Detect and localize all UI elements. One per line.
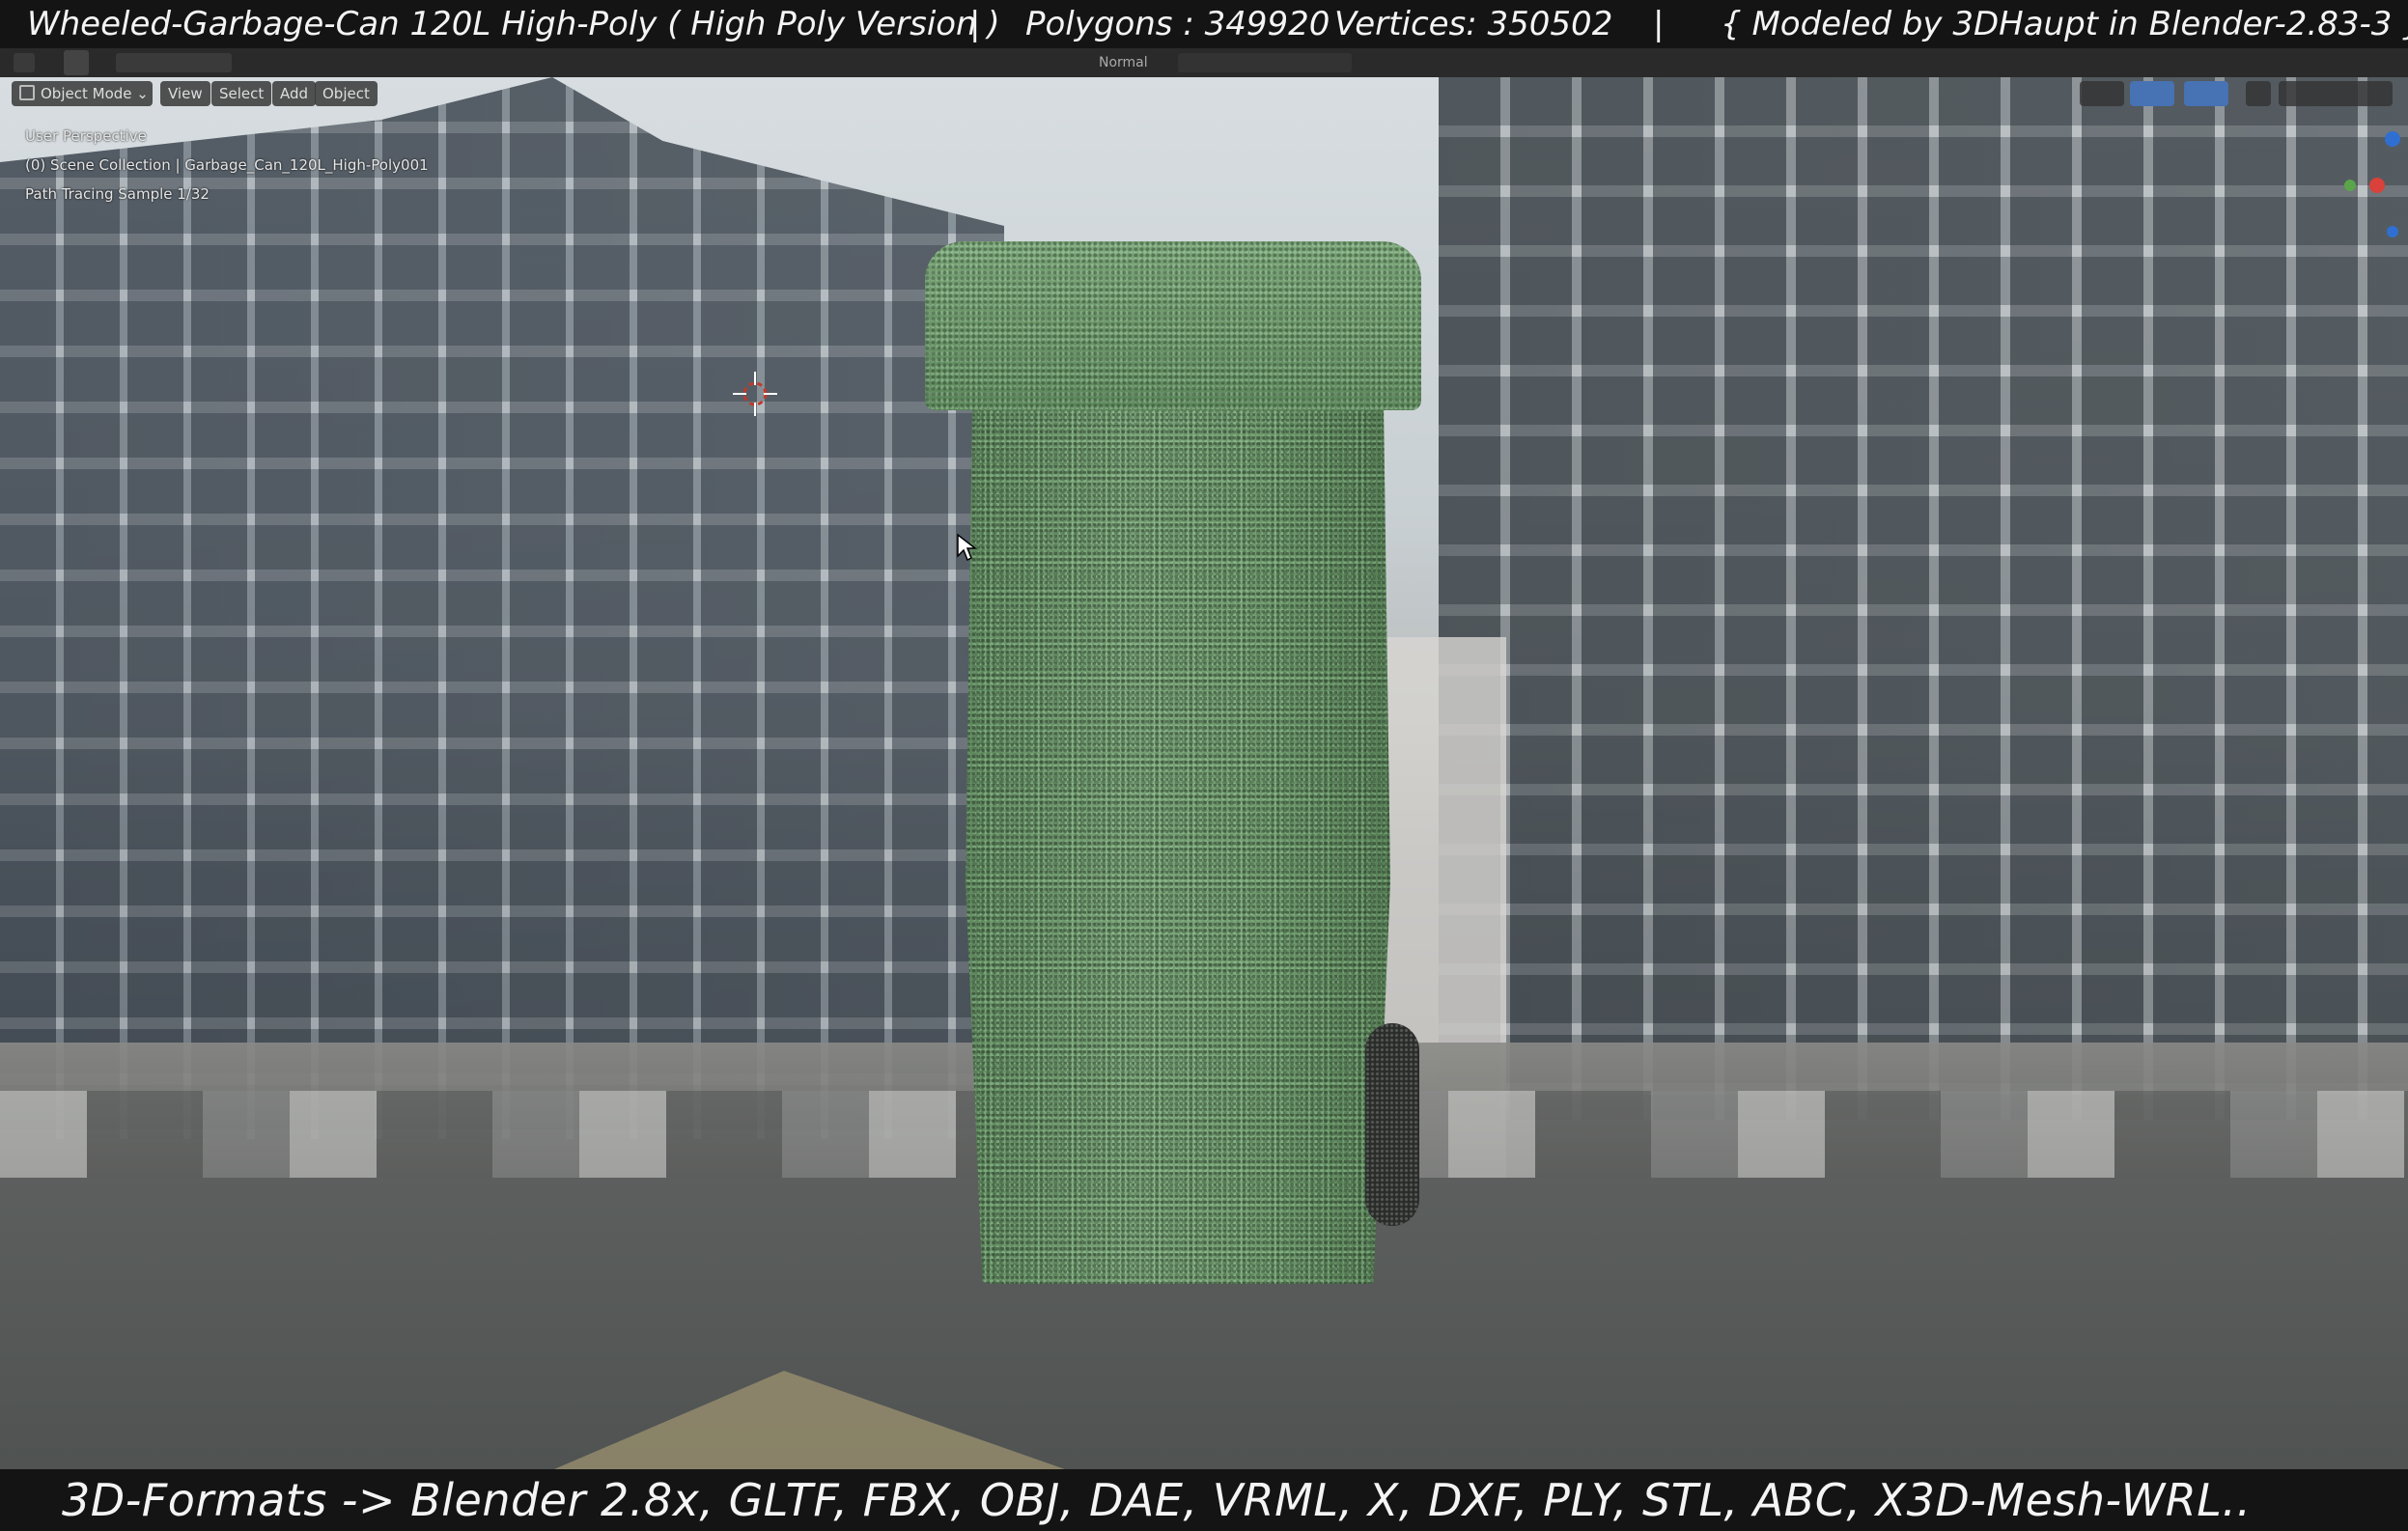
credit-text: { Modeled by 3DHaupt in Blender-2.83-3 } xyxy=(1721,5,2408,43)
vertices-count-text: Vertices: 350502 xyxy=(1334,5,1613,43)
object-mode-icon xyxy=(19,85,35,100)
select-tool-icon[interactable] xyxy=(64,50,89,75)
transform-orientation-dropdown[interactable]: Normal xyxy=(1070,52,1166,73)
garbage-can-body[interactable] xyxy=(966,280,1390,1284)
background-building-right xyxy=(1439,77,2408,1120)
gizmo-toggle-icon[interactable] xyxy=(2130,81,2174,106)
select-menu[interactable]: Select xyxy=(211,81,272,106)
xray-toggle-icon[interactable] xyxy=(2246,81,2271,106)
blender-tool-header: Normal xyxy=(0,48,2408,77)
overlays-toggle-icon[interactable] xyxy=(2184,81,2228,106)
view-menu[interactable]: View xyxy=(160,81,210,106)
mouse-pointer-icon xyxy=(957,533,977,562)
select-mode-icons[interactable] xyxy=(116,53,232,72)
video-title-bar: Wheeled-Garbage-Can 120L High-Poly ( Hig… xyxy=(0,0,2408,48)
y-axis-gizmo-icon[interactable] xyxy=(2344,180,2356,191)
title-separator: | xyxy=(969,5,981,43)
render-status-label: Path Tracing Sample 1/32 xyxy=(25,185,210,203)
shading-mode-buttons[interactable] xyxy=(2279,81,2393,106)
formats-footer-text: 3D-Formats -> Blender 2.8x, GLTF, FBX, O… xyxy=(62,1474,2252,1526)
z-axis-gizmo-icon[interactable] xyxy=(2385,131,2400,147)
polygons-count-text: Polygons : 349920 xyxy=(1025,5,1330,43)
editor-type-icon[interactable] xyxy=(14,53,35,72)
garbage-can-lid[interactable] xyxy=(925,241,1421,410)
3d-cursor-icon[interactable] xyxy=(731,370,779,418)
viewport-collection-label: (0) Scene Collection | Garbage_Can_120L_… xyxy=(25,156,429,174)
title-separator: | xyxy=(1653,5,1665,43)
garbage-can-wheel[interactable] xyxy=(1365,1023,1419,1226)
neg-z-axis-gizmo-icon[interactable] xyxy=(2387,226,2398,237)
snapping-controls[interactable] xyxy=(1178,53,1352,72)
view-object-types-icon[interactable] xyxy=(2080,81,2124,106)
object-mode-dropdown[interactable]: Object Mode ⌄ xyxy=(12,81,153,106)
object-menu[interactable]: Object xyxy=(315,81,378,106)
chevron-down-icon: ⌄ xyxy=(136,85,149,102)
add-menu[interactable]: Add xyxy=(272,81,317,106)
x-axis-gizmo-icon[interactable] xyxy=(2369,178,2385,193)
model-name-text: Wheeled-Garbage-Can 120L High-Poly ( Hig… xyxy=(27,5,1000,43)
background-building-left xyxy=(0,77,1004,1139)
viewport-perspective-label: User Perspective xyxy=(25,127,147,145)
